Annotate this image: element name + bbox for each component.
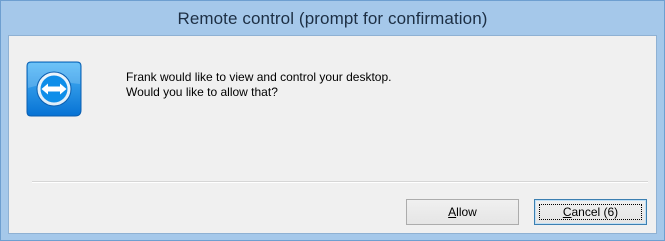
teamviewer-icon [26, 61, 82, 117]
separator [32, 181, 648, 183]
cancel-label: ancel (6) [571, 205, 619, 219]
title-bar[interactable]: Remote control (prompt for confirmation) [1, 1, 664, 35]
message-line-2: Would you like to allow that? [126, 85, 278, 99]
dialog-body: Frank would like to view and control you… [8, 35, 657, 234]
confirmation-message: Frank would like to view and control you… [126, 70, 391, 100]
allow-button[interactable]: Allow [406, 199, 519, 225]
allow-accel: A [448, 205, 457, 219]
dialog-window: Remote control (prompt for confirmation)… [0, 0, 665, 241]
message-line-1: Frank would like to view and control you… [126, 70, 392, 84]
cancel-button[interactable]: Cancel (6) [534, 199, 647, 225]
cancel-accel: C [562, 205, 572, 219]
allow-label: llow [456, 205, 477, 219]
window-title: Remote control (prompt for confirmation) [177, 9, 488, 28]
